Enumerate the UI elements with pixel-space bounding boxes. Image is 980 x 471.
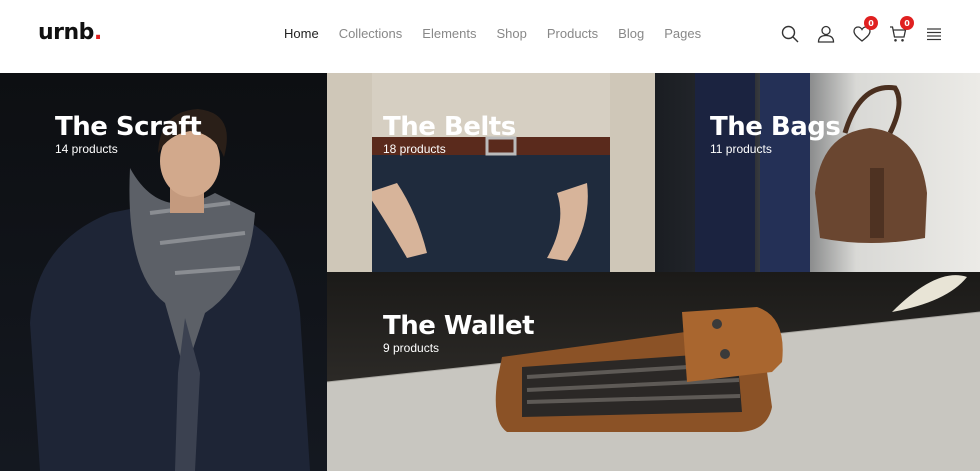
- nav-item-home[interactable]: Home: [284, 26, 319, 41]
- nav-item-elements[interactable]: Elements: [422, 26, 476, 41]
- cart-count-badge: 0: [900, 16, 914, 30]
- main-nav: Home Collections Elements Shop Products …: [284, 26, 721, 41]
- collection-tile-belts[interactable]: The Belts 18 products: [327, 73, 655, 272]
- collection-count: 11 products: [710, 142, 772, 156]
- bags-image: [695, 73, 927, 272]
- site-header: urnb. Home Collections Elements Shop Pro…: [0, 0, 980, 73]
- wallet-image: [327, 275, 980, 471]
- account-button[interactable]: [808, 22, 844, 46]
- collection-count: 18 products: [383, 142, 446, 156]
- brand-logo-dot: .: [93, 20, 102, 45]
- hamburger-menu-icon: [927, 27, 941, 40]
- collection-tile-scarf[interactable]: The Scraft 14 products: [0, 73, 327, 471]
- cart-button[interactable]: 0: [880, 16, 916, 46]
- collection-count: 14 products: [55, 142, 118, 156]
- nav-item-collections[interactable]: Collections: [339, 26, 403, 41]
- search-button[interactable]: [772, 22, 808, 46]
- menu-button[interactable]: [916, 22, 952, 46]
- brand-logo[interactable]: urnb.: [38, 20, 102, 45]
- nav-item-shop[interactable]: Shop: [496, 26, 526, 41]
- nav-item-blog[interactable]: Blog: [618, 26, 644, 41]
- collection-tile-bags[interactable]: The Bags 11 products: [655, 73, 980, 272]
- collection-title: The Scraft: [55, 112, 202, 142]
- user-icon: [817, 25, 835, 43]
- brand-name: urnb: [38, 20, 94, 45]
- wishlist-button[interactable]: 0: [844, 16, 880, 46]
- collection-count: 9 products: [383, 341, 440, 355]
- header-actions: 0 0: [772, 16, 952, 46]
- search-icon: [781, 25, 799, 43]
- wishlist-count-badge: 0: [864, 16, 878, 30]
- collection-tile-wallet[interactable]: The Wallet 9 products: [327, 272, 980, 471]
- nav-item-products[interactable]: Products: [547, 26, 598, 41]
- collection-title: The Wallet: [383, 311, 535, 341]
- nav-item-pages[interactable]: Pages: [664, 26, 701, 41]
- collection-title: The Bags: [710, 112, 841, 142]
- collection-title: The Belts: [383, 112, 516, 142]
- belts-model-image: [327, 73, 655, 272]
